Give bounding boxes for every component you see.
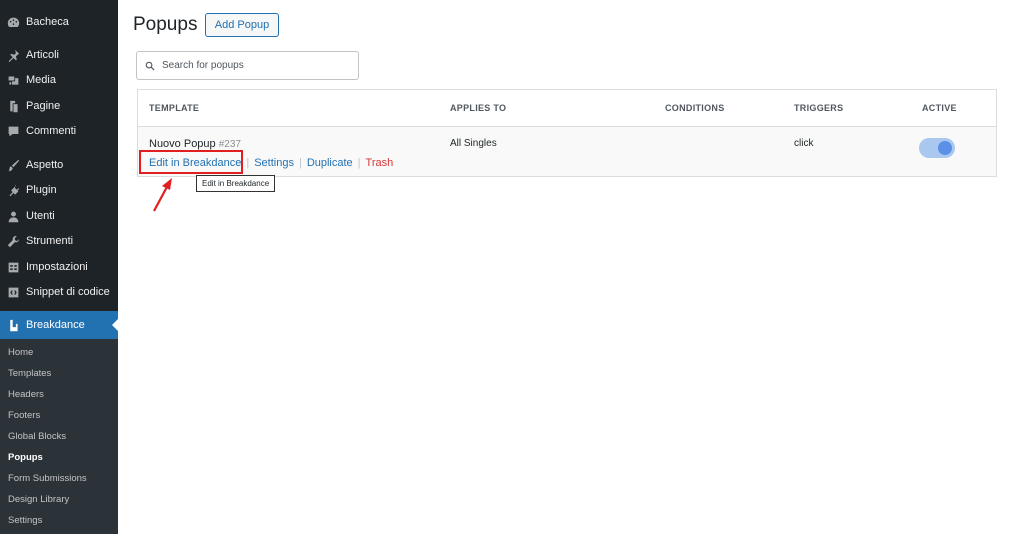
submenu-item-design-library[interactable]: Design Library [8, 492, 69, 508]
search-input[interactable] [162, 60, 342, 71]
sidebar-item-aspetto[interactable]: Aspetto [0, 152, 118, 178]
pin-icon [6, 48, 20, 62]
duplicate-link[interactable]: Duplicate [307, 157, 353, 169]
triggers-cell: click [794, 138, 814, 149]
breakdance-icon [6, 318, 20, 332]
table-header: TEMPLATE APPLIES TO CONDITIONS TRIGGERS … [138, 90, 996, 127]
column-header-active: ACTIVE [922, 103, 957, 113]
separator: | [357, 157, 361, 169]
red-arrow-icon [153, 178, 172, 212]
plugin-icon [6, 183, 20, 197]
sidebar-item-strumenti[interactable]: Strumenti [0, 228, 118, 254]
submenu-item-global-blocks[interactable]: Global Blocks [8, 429, 66, 445]
active-toggle[interactable] [919, 138, 955, 158]
toggle-knob [938, 141, 952, 155]
code-icon [6, 285, 20, 299]
submenu-item-popups[interactable]: Popups [8, 450, 43, 466]
sidebar-item-breakdance[interactable]: Breakdance [0, 311, 118, 339]
sidebar-item-utenti[interactable]: Utenti [0, 203, 118, 229]
separator: | [298, 157, 302, 169]
sidebar-item-label: Aspetto [26, 159, 64, 171]
sidebar-item-label: Impostazioni [26, 261, 88, 273]
column-header-conditions: CONDITIONS [665, 103, 725, 113]
sidebar-item-plugin[interactable]: Plugin [0, 177, 118, 203]
applies-to-cell: All Singles [450, 138, 497, 149]
comment-icon [6, 124, 20, 138]
search-icon [145, 61, 155, 70]
popup-name[interactable]: Nuovo Popup [149, 138, 216, 150]
dashboard-icon [6, 15, 20, 29]
wrench-icon [6, 234, 20, 248]
column-header-template: TEMPLATE [149, 103, 200, 113]
sidebar-item-label: Pagine [26, 100, 61, 112]
column-header-applies-to: APPLIES TO [450, 103, 507, 113]
sidebar-item-label: Media [26, 74, 56, 86]
sidebar-item-label: Bacheca [26, 16, 69, 28]
sidebar-item-snippet[interactable]: Snippet di codice [0, 279, 118, 305]
sidebar-item-label: Plugin [26, 184, 57, 196]
sidebar-item-impostazioni[interactable]: Impostazioni [0, 254, 118, 280]
popups-table: TEMPLATE APPLIES TO CONDITIONS TRIGGERS … [137, 89, 997, 177]
highlight-box [139, 150, 243, 174]
submenu-item-templates[interactable]: Templates [8, 366, 51, 382]
breakdance-submenu: Home Templates Headers Footers Global Bl… [0, 339, 118, 534]
search-box [136, 51, 359, 80]
trash-link[interactable]: Trash [366, 157, 394, 169]
page-title: Popups [133, 14, 198, 35]
tooltip: Edit in Breakdance [196, 175, 276, 192]
sidebar-item-media[interactable]: Media [0, 67, 118, 93]
separator: | [246, 157, 250, 169]
submenu-item-settings[interactable]: Settings [8, 513, 42, 529]
sidebar-item-commenti[interactable]: Commenti [0, 118, 118, 144]
media-icon [6, 73, 20, 87]
submenu-item-footers[interactable]: Footers [8, 408, 40, 424]
brush-icon [6, 158, 20, 172]
submenu-item-form-submissions[interactable]: Form Submissions [8, 471, 87, 487]
sidebar-item-bacheca[interactable]: Bacheca [0, 9, 118, 35]
table-row: Nuovo Popup #237 Edit in Breakdance | Se… [138, 127, 996, 176]
sidebar-item-pagine[interactable]: Pagine [0, 93, 118, 119]
sidebar-item-articoli[interactable]: Articoli [0, 42, 118, 68]
user-icon [6, 209, 20, 223]
submenu-item-headers[interactable]: Headers [8, 387, 44, 403]
sidebar-item-label: Articoli [26, 49, 60, 61]
sidebar-item-label: Breakdance [26, 319, 85, 331]
sidebar-item-label: Commenti [26, 125, 77, 137]
admin-sidebar: Bacheca Articoli Media Pagine Commenti A… [0, 0, 118, 534]
page-icon [6, 99, 20, 113]
popup-title: Nuovo Popup #237 [149, 138, 241, 150]
sidebar-item-label: Utenti [26, 210, 55, 222]
settings-link[interactable]: Settings [254, 157, 294, 169]
settings-icon [6, 260, 20, 274]
column-header-triggers: TRIGGERS [794, 103, 844, 113]
popup-id: #237 [218, 139, 241, 150]
submenu-item-home[interactable]: Home [8, 345, 33, 361]
add-popup-button[interactable]: Add Popup [205, 13, 279, 37]
sidebar-item-label: Strumenti [26, 235, 74, 247]
sidebar-item-label: Snippet di codice [26, 286, 110, 298]
